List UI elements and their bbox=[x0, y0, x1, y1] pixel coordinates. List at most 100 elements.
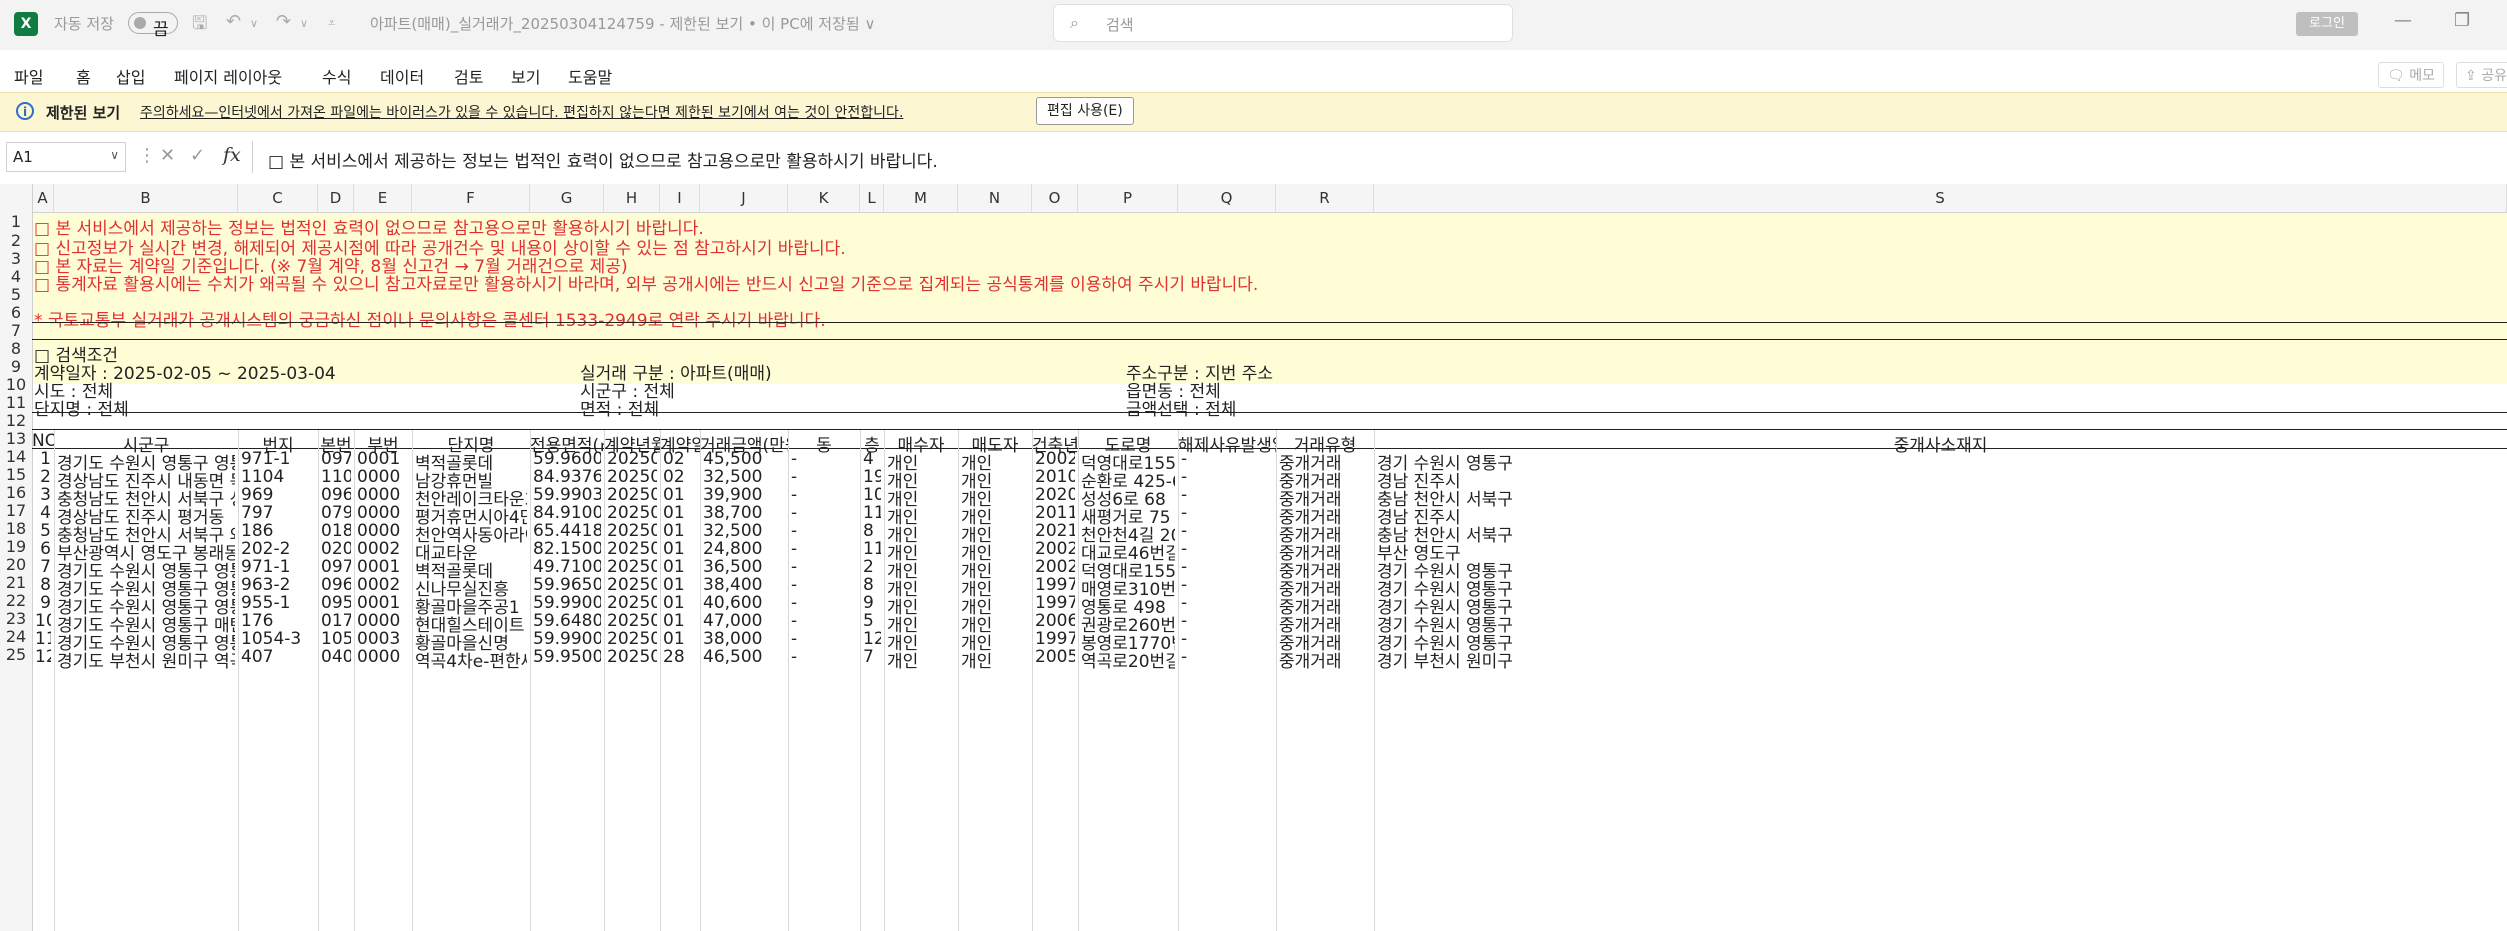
table-cell[interactable]: 0955 bbox=[321, 593, 351, 613]
table-cell[interactable]: 59.9650 bbox=[533, 575, 601, 595]
save-icon[interactable]: 🖫 bbox=[192, 11, 207, 41]
row-header-2[interactable]: 2 bbox=[0, 232, 32, 250]
table-cell[interactable]: - bbox=[791, 539, 857, 559]
column-header-m[interactable]: M bbox=[884, 184, 958, 212]
table-cell[interactable]: 24,800 bbox=[703, 539, 785, 559]
minimize-icon[interactable]: — bbox=[2394, 10, 2412, 31]
column-header-r[interactable]: R bbox=[1276, 184, 1374, 212]
row-header-6[interactable]: 6 bbox=[0, 304, 32, 322]
row-header-25[interactable]: 25 bbox=[0, 646, 32, 664]
table-cell[interactable]: - bbox=[1181, 611, 1273, 631]
restore-icon[interactable]: ❐ bbox=[2454, 10, 2470, 31]
table-cell[interactable]: - bbox=[791, 593, 857, 613]
column-header-c[interactable]: C bbox=[238, 184, 318, 212]
cancel-icon[interactable]: ✕ bbox=[160, 145, 175, 166]
share-button[interactable]: ⇪ 공유 bbox=[2456, 62, 2507, 88]
row-header-17[interactable]: 17 bbox=[0, 502, 32, 520]
table-cell[interactable]: 1997 bbox=[1035, 575, 1075, 595]
table-cell[interactable]: 202-2 bbox=[241, 539, 315, 559]
table-cell[interactable]: 0176 bbox=[321, 611, 351, 631]
table-cell[interactable]: 797 bbox=[241, 503, 315, 523]
table-cell[interactable]: 0000 bbox=[357, 503, 409, 523]
document-title[interactable]: 아파트(매매)_실거래가_20250304124759 - 제한된 보기 • 이… bbox=[370, 13, 875, 34]
column-header-g[interactable]: G bbox=[530, 184, 604, 212]
table-cell[interactable]: 84.9100 bbox=[533, 503, 601, 523]
column-header-h[interactable]: H bbox=[604, 184, 660, 212]
table-cell[interactable]: 1054 bbox=[321, 629, 351, 649]
row-header-18[interactable]: 18 bbox=[0, 520, 32, 538]
table-cell[interactable]: 1054-3 bbox=[241, 629, 315, 649]
table-cell[interactable]: - bbox=[1181, 629, 1273, 649]
row-header-8[interactable]: 8 bbox=[0, 340, 32, 358]
table-cell[interactable]: - bbox=[791, 647, 857, 667]
table-cell[interactable]: - bbox=[1181, 557, 1273, 577]
table-cell[interactable]: 개인 bbox=[961, 647, 1029, 672]
table-cell[interactable]: 202503 bbox=[607, 449, 657, 469]
table-cell[interactable]: 01 bbox=[663, 539, 697, 559]
table-cell[interactable]: 0002 bbox=[357, 575, 409, 595]
table-cell[interactable]: 0969 bbox=[321, 485, 351, 505]
table-cell[interactable]: 0000 bbox=[357, 647, 409, 667]
table-cell[interactable]: 59.9900 bbox=[533, 629, 601, 649]
table-cell[interactable]: 59.6480 bbox=[533, 611, 601, 631]
table-cell[interactable]: 202503 bbox=[607, 557, 657, 577]
table-cell[interactable]: 1104 bbox=[241, 467, 315, 487]
table-cell[interactable]: 38,400 bbox=[703, 575, 785, 595]
row-header-10[interactable]: 10 bbox=[0, 376, 32, 394]
table-cell[interactable]: 202503 bbox=[607, 485, 657, 505]
table-cell[interactable]: - bbox=[791, 557, 857, 577]
column-header-b[interactable]: B bbox=[54, 184, 238, 212]
table-cell[interactable]: 202502 bbox=[607, 647, 657, 667]
table-cell[interactable]: 202503 bbox=[607, 521, 657, 541]
table-cell[interactable]: 38,000 bbox=[703, 629, 785, 649]
table-cell[interactable]: 969 bbox=[241, 485, 315, 505]
table-cell[interactable]: - bbox=[1181, 647, 1273, 667]
table-cell[interactable]: 1997 bbox=[1035, 629, 1075, 649]
table-cell[interactable]: 0001 bbox=[357, 449, 409, 469]
table-cell[interactable]: 01 bbox=[663, 521, 697, 541]
more-options-icon[interactable]: ⋮ bbox=[138, 145, 156, 166]
table-cell[interactable]: 65.4418 bbox=[533, 521, 601, 541]
tab-data[interactable]: 데이터 bbox=[380, 64, 424, 88]
column-header-j[interactable]: J bbox=[700, 184, 788, 212]
table-cell[interactable]: 10 bbox=[863, 485, 881, 505]
enter-icon[interactable]: ✓ bbox=[190, 145, 205, 166]
table-cell[interactable]: 0002 bbox=[357, 539, 409, 559]
table-cell[interactable]: 59.9500 bbox=[533, 647, 601, 667]
name-box[interactable]: A1 ∨ bbox=[6, 142, 126, 172]
table-cell[interactable]: 2011 bbox=[1035, 503, 1075, 523]
table-cell[interactable]: 0963 bbox=[321, 575, 351, 595]
table-cell[interactable]: 7 bbox=[35, 557, 51, 577]
table-cell[interactable]: 186 bbox=[241, 521, 315, 541]
tab-formulas[interactable]: 수식 bbox=[322, 64, 351, 88]
table-cell[interactable]: 407 bbox=[241, 647, 315, 667]
redo-icon[interactable]: ↷ bbox=[276, 11, 291, 32]
table-cell[interactable]: 202503 bbox=[607, 611, 657, 631]
table-cell[interactable]: 49.7100 bbox=[533, 557, 601, 577]
table-cell[interactable]: 202503 bbox=[607, 539, 657, 559]
row-header-23[interactable]: 23 bbox=[0, 610, 32, 628]
row-header-5[interactable]: 5 bbox=[0, 286, 32, 304]
tab-insert[interactable]: 삽입 bbox=[116, 64, 145, 88]
table-cell[interactable]: - bbox=[791, 467, 857, 487]
column-header-a[interactable]: A bbox=[32, 184, 54, 212]
column-header-q[interactable]: Q bbox=[1178, 184, 1276, 212]
row-header-21[interactable]: 21 bbox=[0, 574, 32, 592]
undo-dropdown-icon[interactable]: ∨ bbox=[250, 17, 258, 30]
table-cell[interactable]: 0000 bbox=[357, 611, 409, 631]
table-cell[interactable]: 59.9600 bbox=[533, 449, 601, 469]
table-cell[interactable]: 2005 bbox=[1035, 647, 1075, 667]
row-header-4[interactable]: 4 bbox=[0, 268, 32, 286]
tab-page-layout[interactable]: 페이지 레이아웃 bbox=[174, 64, 282, 88]
table-cell[interactable]: 1104 bbox=[321, 467, 351, 487]
table-cell[interactable]: 11 bbox=[863, 539, 881, 559]
worksheet-grid[interactable]: ABCDEFGHIJKLMNOPQRS 1 2 3 4 5 6 7 8 9 10 11 12 13 14 1… bbox=[0, 184, 2507, 931]
row-header-9[interactable]: 9 bbox=[0, 358, 32, 376]
undo-icon[interactable]: ↶ bbox=[226, 11, 241, 32]
insert-function-icon[interactable]: fx bbox=[223, 144, 241, 166]
row-header-22[interactable]: 22 bbox=[0, 592, 32, 610]
table-cell[interactable]: 역곡로20번길 91 bbox=[1081, 647, 1175, 672]
table-cell[interactable]: 2 bbox=[35, 467, 51, 487]
table-cell[interactable]: 2006 bbox=[1035, 611, 1075, 631]
memo-button[interactable]: 🗨 메모 bbox=[2378, 62, 2444, 88]
